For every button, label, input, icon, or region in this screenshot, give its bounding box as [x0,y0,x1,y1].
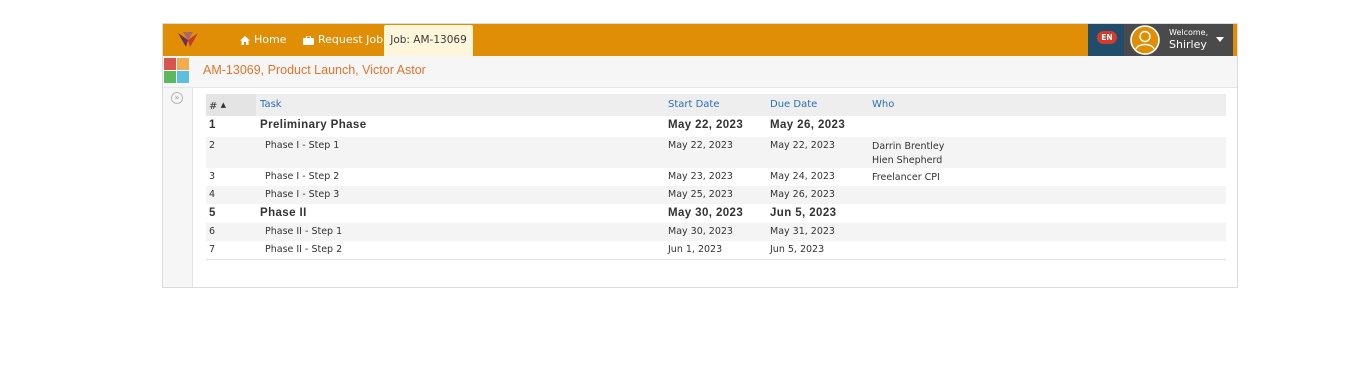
avatar-icon [1130,25,1160,55]
table-divider [206,259,1226,260]
cell-due-date: May 26, 2023 [770,189,835,200]
table-row[interactable]: 4 Phase I - Step 3 May 25, 2023 May 26, 202… [206,186,1226,204]
assignee-name: Freelancer CPI [872,172,940,183]
cell-task[interactable]: Phase II - Step 2 [265,244,342,255]
table-row[interactable]: 1 Preliminary Phase May 22, 2023 May 26, 20… [206,116,1226,137]
nav-request-job-label: Request Job [318,33,384,46]
briefcase-icon [303,35,314,45]
table-row[interactable]: 3 Phase I - Step 2 May 23, 2023 May 24, 202… [206,168,1226,186]
cell-due-date: Jun 5, 2023 [770,207,837,219]
cell-task[interactable]: Phase II [260,207,307,219]
cell-task[interactable]: Phase I - Step 2 [265,171,339,182]
welcome-label: Welcome, [1169,28,1209,37]
language-badge: EN [1097,31,1117,44]
table-row[interactable]: 6 Phase II - Step 1 May 30, 2023 May 31, 20… [206,223,1226,241]
cell-task[interactable]: Phase I - Step 1 [265,140,339,151]
table-row[interactable]: 2 Phase I - Step 1 May 22, 2023 May 22, 202… [206,137,1226,168]
assignee-name: Hien Shepherd [872,155,943,166]
left-rail: » [163,88,193,287]
page-header: AM-13069, Product Launch, Victor Astor [163,56,1237,88]
column-header-start-date[interactable]: Start Date [668,94,720,116]
cell-num: 2 [209,140,216,151]
nav-request-job-link[interactable]: Request Job [303,24,383,56]
cell-num: 6 [209,226,216,237]
top-navbar: Home Request Job Job: AM-13069 EN Welcom… [163,24,1237,56]
column-header-task[interactable]: Task [260,94,282,116]
cell-start-date: May 23, 2023 [668,171,733,182]
nav-home-label: Home [254,33,287,46]
cell-task[interactable]: Phase I - Step 3 [265,189,339,200]
sort-asc-icon: ▲ [220,101,226,109]
cell-due-date: May 31, 2023 [770,226,835,237]
cell-start-date: May 22, 2023 [668,119,744,131]
user-menu[interactable]: Welcome, Shirley [1124,24,1233,56]
cell-due-date: Jun 5, 2023 [770,244,825,255]
table-row[interactable]: 7 Phase II - Step 2 Jun 1, 2023 Jun 5, 2023 [206,241,1226,259]
cell-who: Freelancer CPI [872,171,940,185]
task-table: # ▲ Task Start Date Due Date Who 1 Prelim… [206,94,1226,259]
expand-icon[interactable]: » [171,92,183,104]
column-header-due-date[interactable]: Due Date [770,94,817,116]
cell-due-date: May 24, 2023 [770,171,835,182]
column-header-who[interactable]: Who [872,94,894,116]
chevron-down-icon[interactable] [1216,37,1224,42]
cell-start-date: Jun 1, 2023 [668,244,723,255]
cell-num: 4 [209,189,216,200]
column-header-num[interactable]: # ▲ [206,94,256,116]
cell-start-date: May 22, 2023 [668,140,733,151]
assignee-name: Darrin Brentley [872,141,945,152]
column-header-num-label: # [209,101,218,112]
user-name: Shirley [1169,38,1207,51]
language-selector[interactable]: EN [1088,24,1124,56]
cell-num: 1 [209,119,216,131]
cell-due-date: May 26, 2023 [770,119,846,131]
cell-start-date: May 30, 2023 [668,207,744,219]
cell-num: 3 [209,171,216,182]
table-body: 1 Preliminary Phase May 22, 2023 May 26, 20… [206,116,1226,259]
table-header: # ▲ Task Start Date Due Date Who [206,94,1226,116]
cell-num: 5 [209,207,216,219]
page-title: AM-13069, Product Launch, Victor Astor [203,63,426,77]
nav-home-link[interactable]: Home [240,24,286,56]
cell-due-date: May 22, 2023 [770,140,835,151]
cell-task[interactable]: Preliminary Phase [260,119,367,131]
cell-num: 7 [209,244,216,255]
cell-task[interactable]: Phase II - Step 1 [265,226,342,237]
table-row[interactable]: 5 Phase II May 30, 2023 Jun 5, 2023 [206,204,1226,223]
brand-logo-icon[interactable] [177,31,199,49]
tab-job[interactable]: Job: AM-13069 [384,25,473,56]
home-icon [240,35,250,45]
app-frame: Home Request Job Job: AM-13069 EN Welcom… [162,23,1238,288]
cell-start-date: May 30, 2023 [668,226,733,237]
apps-grid-icon[interactable] [163,57,190,84]
cell-start-date: May 25, 2023 [668,189,733,200]
cell-who: Darrin Brentley Hien Shepherd [872,140,944,168]
